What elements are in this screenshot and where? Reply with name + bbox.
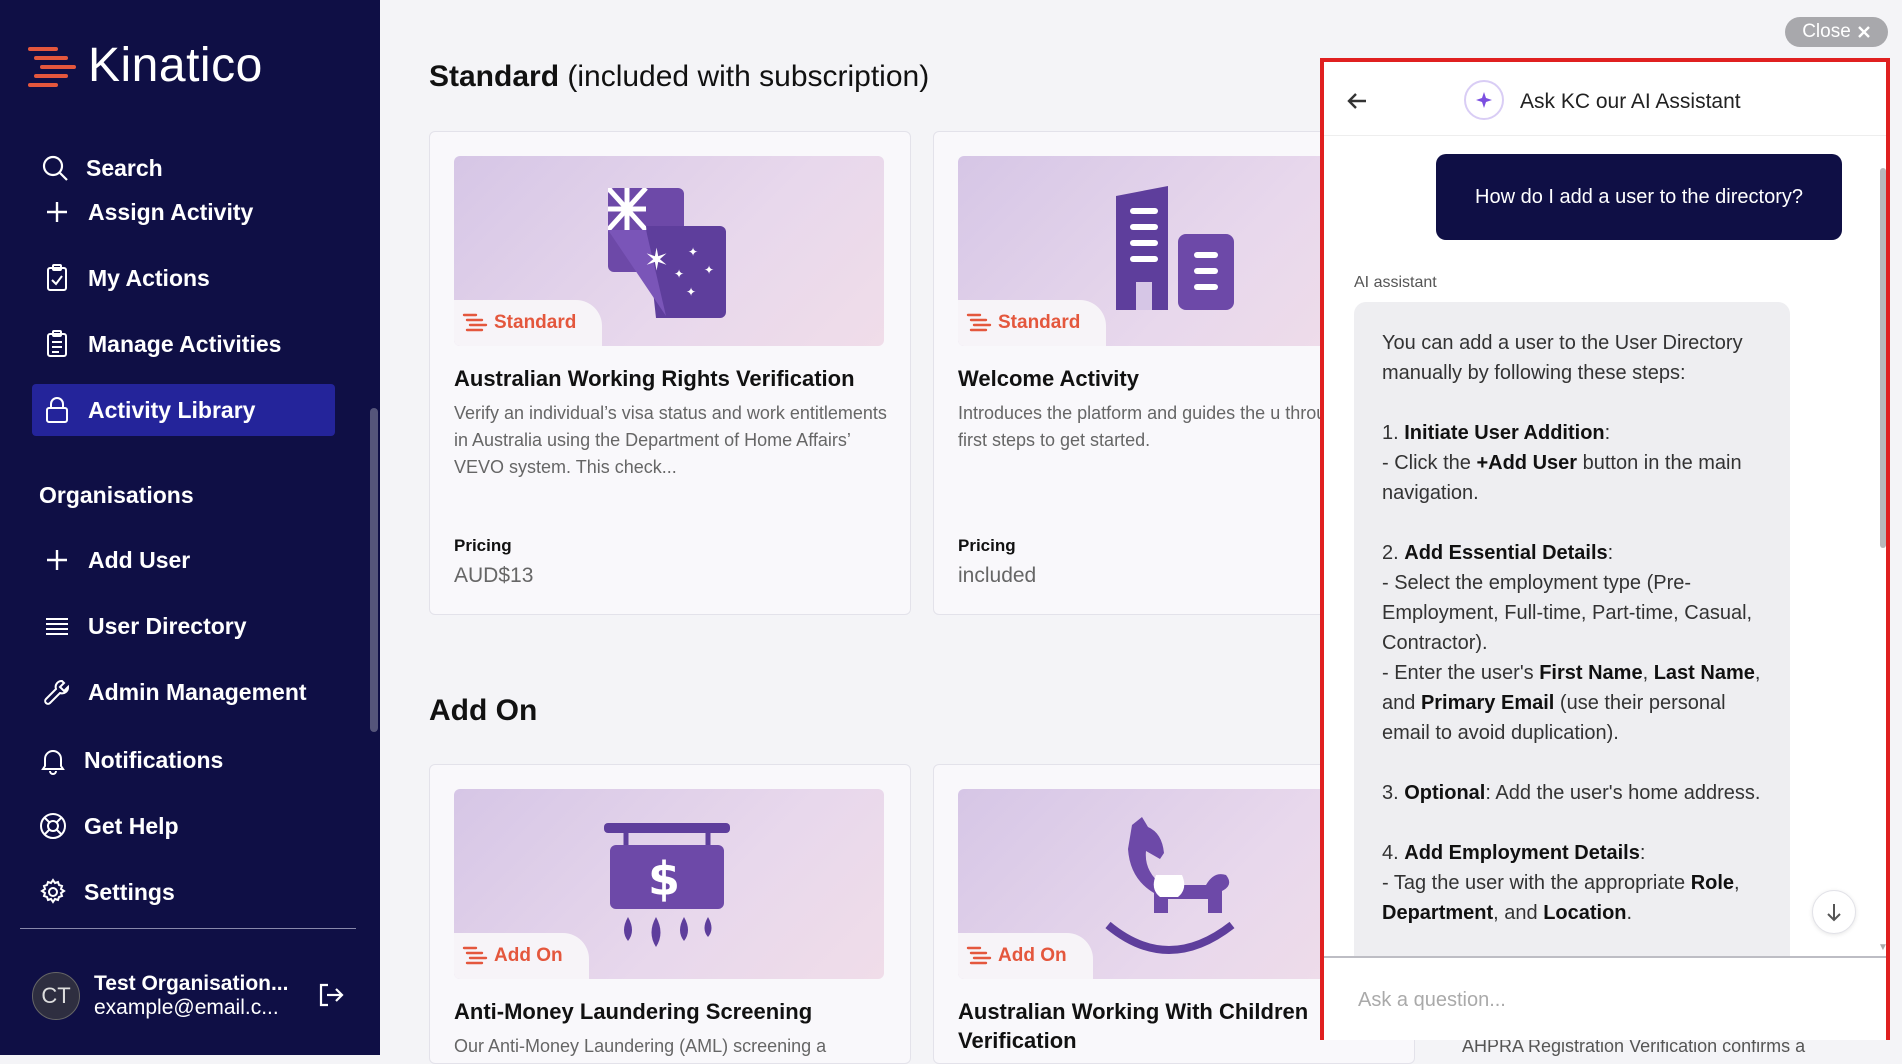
nav-settings-label: Settings xyxy=(84,878,175,905)
money-sign-icon: $ xyxy=(604,823,730,947)
nav-notifications-label: Notifications xyxy=(84,746,224,773)
nav-manage-activities[interactable]: Manage Activities xyxy=(32,318,335,370)
sidebar: Kinatico Search Assign Activity My Actio… xyxy=(0,0,380,1055)
close-icon xyxy=(1857,26,1870,38)
nav-admin-management[interactable]: Admin Management xyxy=(32,666,335,718)
gear-icon xyxy=(40,878,66,904)
ai-panel-title: Ask KC our AI Assistant xyxy=(1520,90,1741,113)
arrow-down-icon xyxy=(1827,904,1841,922)
kinatico-logo-icon xyxy=(966,946,992,965)
nav-add-user-label: Add User xyxy=(88,546,191,573)
response-step-1: 1. Initiate User Addition: - Click the +… xyxy=(1382,422,1742,504)
back-arrow-icon[interactable] xyxy=(1346,90,1368,112)
card-thumbnail: ✶ ✦ ✦ ✦ ✦ Standard xyxy=(454,156,884,346)
nav-activity-library-label: Activity Library xyxy=(88,396,256,423)
nav-add-user[interactable]: Add User xyxy=(32,534,335,586)
nav-assign-activity[interactable]: Assign Activity xyxy=(32,186,335,238)
close-button[interactable]: Close xyxy=(1785,17,1888,47)
close-button-label: Close xyxy=(1802,21,1851,42)
flag-icon: ✶ ✦✦✦✦ xyxy=(608,188,726,318)
clipboard-list-icon xyxy=(47,330,67,357)
bell-icon xyxy=(41,750,65,775)
activity-card[interactable]: ✶ ✦ ✦ ✦ ✦ Standard Australian Working Right… xyxy=(429,131,911,615)
list-icon xyxy=(46,618,68,635)
lifebuoy-icon xyxy=(40,813,66,839)
user-name: Test Organisation... xyxy=(94,972,289,995)
scroll-to-bottom-button[interactable] xyxy=(1812,890,1856,934)
standard-badge: Standard xyxy=(454,300,603,346)
logout-icon[interactable] xyxy=(316,980,346,1010)
plus-icon xyxy=(47,550,67,570)
kinatico-logo-icon xyxy=(28,46,76,87)
ai-assistant-panel: Ask KC our AI Assistant How do I add a u… xyxy=(1320,58,1890,1040)
activity-card[interactable]: $ Add On Anti-Money Laundering Screening… xyxy=(429,764,911,1064)
standard-heading: Standard (included with subscription) xyxy=(429,60,930,93)
section-organisations: Organisations xyxy=(39,482,194,508)
nav-my-actions-label: My Actions xyxy=(88,264,210,291)
ask-question-input[interactable] xyxy=(1358,980,1838,1020)
ai-sparkle-icon xyxy=(1464,80,1504,120)
standard-badge: Standard xyxy=(958,300,1107,346)
addon-badge: Add On xyxy=(958,933,1093,979)
svg-text:✦: ✦ xyxy=(674,267,684,281)
svg-text:✦: ✦ xyxy=(686,285,696,299)
nav-manage-activities-label: Manage Activities xyxy=(88,330,282,357)
response-step-2: 2. Add Essential Details: - Select the e… xyxy=(1382,542,1761,744)
scroll-down-triangle-icon[interactable]: ▼ xyxy=(1878,942,1888,953)
response-step-4: 4. Add Employment Details: - Tag the use… xyxy=(1382,842,1740,924)
ai-panel-header: Ask KC our AI Assistant xyxy=(1324,62,1886,136)
nav-get-help-label: Get Help xyxy=(84,812,179,839)
clipboard-check-icon xyxy=(47,264,67,291)
svg-text:✦: ✦ xyxy=(688,245,698,259)
svg-text:✦: ✦ xyxy=(704,263,714,277)
pricing-label: Pricing xyxy=(454,536,512,555)
nav-user-directory[interactable]: User Directory xyxy=(32,600,335,652)
nav-activity-library[interactable]: Activity Library xyxy=(32,384,335,436)
user-message-bubble: How do I add a user to the directory? xyxy=(1436,154,1842,240)
nav-user-directory-label: User Directory xyxy=(88,612,247,639)
svg-text:✶: ✶ xyxy=(644,243,669,278)
lock-icon xyxy=(46,397,68,423)
avatar: CT xyxy=(32,972,80,1020)
card-thumbnail: $ Add On xyxy=(454,789,884,979)
nav-notifications[interactable]: Notifications xyxy=(28,734,331,786)
nav-settings[interactable]: Settings xyxy=(28,866,331,918)
nav-get-help[interactable]: Get Help xyxy=(28,800,331,852)
card-title: Australian Working Rights Verification xyxy=(454,366,855,391)
brand-name: Kinatico xyxy=(88,39,263,92)
nav-search-label: Search xyxy=(86,154,163,181)
card-description: Verify an individual’s visa status and w… xyxy=(454,403,887,477)
pricing-value: AUD$13 xyxy=(454,564,534,587)
rocking-horse-icon xyxy=(1105,817,1235,954)
addon-heading: Add On xyxy=(429,694,538,727)
kinatico-logo-icon xyxy=(966,313,992,332)
pricing-value: included xyxy=(958,564,1037,587)
building-icon xyxy=(1116,186,1234,310)
user-email: example@email.c... xyxy=(94,996,279,1019)
kinatico-logo-icon xyxy=(462,313,488,332)
sidebar-divider xyxy=(20,928,356,929)
user-profile[interactable]: CT Test Organisation... example@email.c.… xyxy=(32,972,288,1020)
wrench-icon xyxy=(44,680,69,705)
card-title: Anti-Money Laundering Screening xyxy=(454,999,813,1024)
search-icon xyxy=(42,155,68,181)
svg-text:$: $ xyxy=(648,852,680,906)
nav-admin-management-label: Admin Management xyxy=(88,678,307,705)
assistant-message-bubble: You can add a user to the User Directory… xyxy=(1354,302,1790,1022)
panel-scrollbar[interactable] xyxy=(1880,168,1886,548)
plus-icon xyxy=(47,202,67,222)
response-intro: You can add a user to the User Directory… xyxy=(1382,332,1743,384)
pricing-label: Pricing xyxy=(958,536,1016,555)
nav-assign-activity-label: Assign Activity xyxy=(88,198,254,225)
ai-input-area xyxy=(1324,956,1886,1040)
assistant-label: AI assistant xyxy=(1354,274,1437,291)
response-step-3: 3. Optional: Add the user's home address… xyxy=(1382,782,1761,804)
sidebar-scrollbar[interactable] xyxy=(370,408,378,732)
brand-logo[interactable]: Kinatico xyxy=(26,38,263,93)
card-description: Our Anti-Money Laundering (AML) screenin… xyxy=(454,1036,827,1056)
kinatico-logo-icon xyxy=(462,946,488,965)
nav-my-actions[interactable]: My Actions xyxy=(32,252,335,304)
addon-badge: Add On xyxy=(454,933,589,979)
